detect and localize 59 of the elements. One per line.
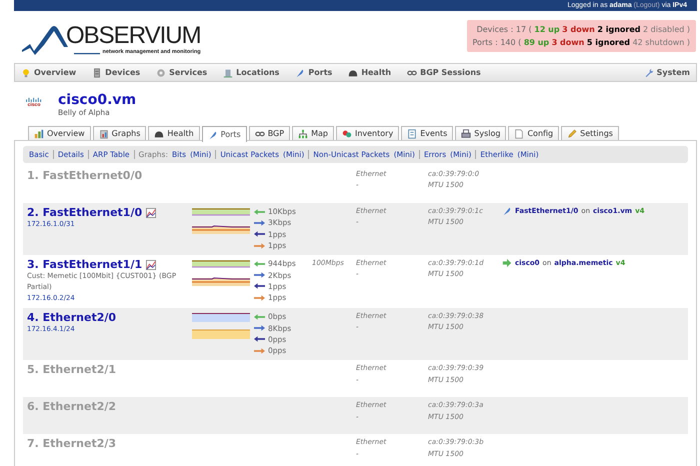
dome-icon — [348, 68, 358, 78]
tab[interactable]: Ports — [202, 126, 247, 142]
left-arrow-icon — [254, 314, 265, 320]
nav-menu-item[interactable]: Services — [156, 68, 208, 78]
feather-icon — [502, 206, 512, 216]
nav-menu-item[interactable]: Health — [348, 68, 392, 78]
left-arrow-icon — [254, 336, 265, 342]
feather-icon — [208, 130, 218, 140]
dome-icon — [154, 128, 164, 138]
page-icon — [514, 128, 524, 138]
nav-menu-item[interactable]: BGP Sessions — [407, 68, 481, 78]
right-arrow-icon — [254, 242, 265, 249]
graph-icon[interactable] — [146, 208, 156, 218]
tab[interactable]: Health — [148, 126, 200, 140]
tab[interactable]: Syslog — [455, 126, 506, 140]
tab[interactable]: Settings — [561, 126, 619, 140]
logo-wordmark: OBSERVIUM — [66, 22, 201, 49]
device-hostname-link[interactable]: cisco0.vm — [58, 92, 136, 108]
left-arrow-icon — [254, 208, 265, 215]
tab[interactable]: Graphs — [92, 126, 146, 140]
nav-menu-item[interactable]: System — [644, 68, 690, 78]
right-arrow-icon — [254, 272, 265, 278]
right-arrow-icon — [254, 294, 265, 301]
port-name-link[interactable]: 2. FastEthernet1/0 — [27, 206, 142, 219]
wrench-icon — [644, 68, 654, 78]
tab[interactable]: Config — [508, 126, 560, 140]
circles-icon — [342, 128, 352, 138]
bulb-icon — [21, 68, 31, 78]
printer-icon — [461, 128, 472, 138]
settings-icon — [156, 68, 166, 78]
right-arrow-icon — [502, 258, 512, 268]
tab[interactable]: Events — [401, 126, 454, 140]
pencil-icon — [567, 128, 578, 138]
tree-icon — [298, 128, 308, 138]
feather-icon — [295, 68, 306, 78]
tab[interactable]: BGP — [248, 126, 290, 140]
port-name-link[interactable]: 4. Ethernet2/0 — [27, 311, 116, 324]
port-name-link[interactable]: 3. FastEthernet1/1 — [27, 258, 142, 272]
right-arrow-icon — [254, 325, 265, 332]
left-arrow-icon — [254, 283, 265, 290]
chart-icon — [34, 128, 44, 138]
document-icon — [407, 128, 418, 138]
nav-menu-item[interactable]: Ports — [295, 68, 332, 78]
nav-menu-item[interactable]: Locations — [223, 68, 280, 78]
tab[interactable]: Inventory — [336, 126, 400, 140]
left-arrow-icon — [254, 260, 265, 267]
right-arrow-icon — [254, 220, 265, 226]
traffic-sparkline — [192, 327, 250, 340]
right-arrow-icon — [254, 348, 265, 354]
server-icon — [92, 68, 102, 78]
nav-menu-item[interactable]: Devices — [92, 68, 140, 78]
status-summary-line: Ports : 140 ( 89 up 3 down 5 ignored 42 shutdown ) — [472, 37, 690, 49]
tab[interactable]: Map — [292, 126, 334, 140]
nav-menu-item[interactable]: Overview — [21, 68, 76, 78]
graph-icon[interactable] — [146, 260, 156, 270]
building-icon — [223, 68, 234, 78]
left-arrow-icon — [254, 231, 265, 238]
tab[interactable]: Overview — [28, 126, 91, 140]
status-summary-line: Devices : 17 ( 12 up 3 down 2 ignored 2 disabled ) — [476, 24, 690, 36]
